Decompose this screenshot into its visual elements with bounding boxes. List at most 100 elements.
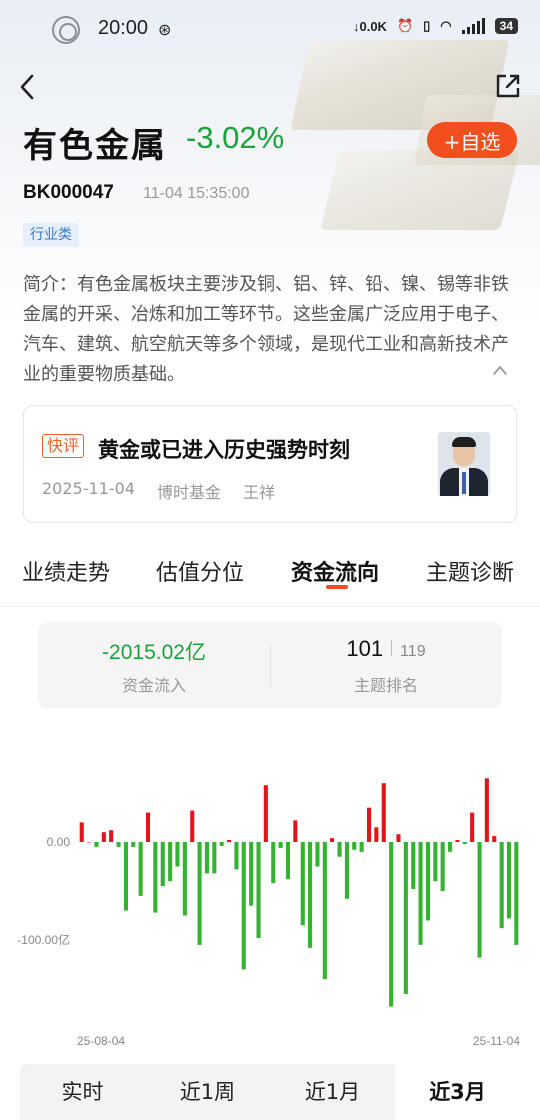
flow-bar xyxy=(484,778,489,842)
news-source: 博时基金 xyxy=(156,483,221,502)
vibrate-icon: ▯ xyxy=(423,18,431,33)
flow-bar xyxy=(168,842,173,882)
period-selector: 实时 近1周 近1月 近3月 xyxy=(20,1064,520,1120)
signal-icon xyxy=(461,18,485,34)
flow-bar xyxy=(94,842,99,847)
news-date: 2025-11-04 xyxy=(42,479,135,498)
category-tag: 行业类 xyxy=(23,223,79,247)
flow-bar xyxy=(403,842,408,994)
flow-bar xyxy=(293,820,298,842)
fund-flow-stats: -2015.02亿 资金流入 101 119 主题排名 xyxy=(38,622,502,708)
fund-flow-chart[interactable]: 0.00 -100.00亿 25-08-04 25-11-04 xyxy=(0,720,540,1060)
status-icons: ↓0.0K ⏰ ▯ ◠ 34 xyxy=(353,18,518,34)
news-meta: 2025-11-04 博时基金 王祥 xyxy=(42,479,275,503)
flow-bar xyxy=(101,832,106,842)
flow-bar xyxy=(79,822,84,842)
wifi-icon: ◠ xyxy=(440,18,452,33)
flow-bar xyxy=(219,842,224,846)
flow-bar xyxy=(234,842,239,870)
flow-bar xyxy=(278,842,283,848)
status-time: 20:00 xyxy=(98,17,149,39)
flow-bar xyxy=(182,842,187,916)
flow-bar xyxy=(506,842,511,919)
flow-bar xyxy=(433,842,438,882)
y-tick-label: 0.00 xyxy=(47,835,71,849)
news-tag: 快评 xyxy=(42,434,85,458)
flow-bar xyxy=(256,842,261,938)
network-icon: ⊛ xyxy=(158,20,172,39)
flow-bar xyxy=(300,842,305,926)
flow-bar xyxy=(109,830,114,842)
tab-bar: 业绩走势 估值分位 资金流向 主题诊断 xyxy=(0,545,540,607)
period-1week[interactable]: 近1周 xyxy=(145,1064,270,1120)
sector-intro: 简介：有色金属板块主要涉及铜、铝、锌、铅、镍、锡等非铁金属的开采、冶炼和加工等环… xyxy=(23,274,509,385)
status-bar: 20:00 ⊛ ↓0.0K ⏰ ▯ ◠ 34 xyxy=(0,0,540,60)
inflow-value: -2015.02亿 xyxy=(102,641,206,664)
tab-diagnosis[interactable]: 主题诊断 xyxy=(426,555,514,587)
flow-bar xyxy=(116,842,121,847)
share-icon[interactable] xyxy=(494,72,522,100)
flow-bar xyxy=(440,842,445,891)
flow-bar xyxy=(462,842,467,844)
rank-display: 101 119 xyxy=(270,636,502,662)
flow-bar xyxy=(197,842,202,945)
tab-valuation[interactable]: 估值分位 xyxy=(156,555,244,587)
flow-bar xyxy=(492,836,497,842)
net-speed: ↓0.0K xyxy=(352,18,387,34)
flow-bar xyxy=(190,810,195,842)
flow-bar xyxy=(470,812,475,842)
active-tab-indicator xyxy=(326,585,348,589)
flow-bar xyxy=(87,842,92,843)
flow-bar xyxy=(271,842,276,884)
flow-bar xyxy=(123,842,128,911)
flow-bar xyxy=(160,842,165,887)
flow-bar xyxy=(367,807,372,842)
flow-bar xyxy=(514,842,519,945)
notification-circle-icon xyxy=(52,16,80,44)
flow-bar xyxy=(212,842,217,874)
flow-bar xyxy=(425,842,430,921)
flow-bar xyxy=(455,840,460,842)
flow-bar xyxy=(337,842,342,857)
rank-label: 主题排名 xyxy=(353,676,418,695)
rank-separator xyxy=(391,640,393,656)
flow-bar xyxy=(352,842,357,850)
inflow-label: 资金流入 xyxy=(121,676,186,695)
flow-bar xyxy=(175,842,180,867)
period-3months[interactable]: 近3月 xyxy=(395,1064,520,1120)
add-watchlist-button[interactable]: +自选 xyxy=(427,122,517,158)
flow-bar xyxy=(477,842,482,958)
rank-total: 119 xyxy=(400,643,426,660)
flow-bar xyxy=(241,842,246,970)
news-card[interactable]: 快评 黄金或已进入历史强势时刻 2025-11-04 博时基金 王祥 xyxy=(23,405,517,523)
flow-bar xyxy=(396,834,401,842)
flow-bar xyxy=(374,827,379,842)
sector-code: BK000047 xyxy=(23,182,114,203)
flow-bar xyxy=(315,842,320,867)
flow-bar xyxy=(285,842,290,880)
flow-bar xyxy=(499,842,504,929)
flow-bar xyxy=(330,838,335,842)
battery-icon: 34 xyxy=(494,18,518,34)
flow-bar xyxy=(263,785,268,842)
flow-bar xyxy=(322,842,327,980)
update-timestamp: 11-04 15:35:00 xyxy=(143,185,250,202)
chevron-up-icon[interactable] xyxy=(492,364,508,376)
news-author: 王祥 xyxy=(243,483,276,502)
author-avatar xyxy=(438,432,490,496)
tab-fund-flow[interactable]: 资金流向 xyxy=(291,555,379,587)
sector-change: -3.02% xyxy=(186,120,285,155)
flow-bar xyxy=(153,842,158,913)
back-arrow-icon[interactable] xyxy=(16,72,42,102)
flow-bar xyxy=(381,783,386,842)
flow-bar xyxy=(227,840,232,842)
flow-bar xyxy=(249,842,254,906)
tab-performance[interactable]: 业绩走势 xyxy=(22,555,110,587)
rank-value: 101 xyxy=(346,636,384,661)
flow-bar xyxy=(344,842,349,899)
alarm-icon: ⏰ xyxy=(396,18,414,33)
period-realtime[interactable]: 实时 xyxy=(20,1064,145,1120)
y-tick-label: -100.00亿 xyxy=(17,932,70,947)
x-start-label: 25-08-04 xyxy=(77,1034,125,1048)
period-1month[interactable]: 近1月 xyxy=(270,1064,395,1120)
